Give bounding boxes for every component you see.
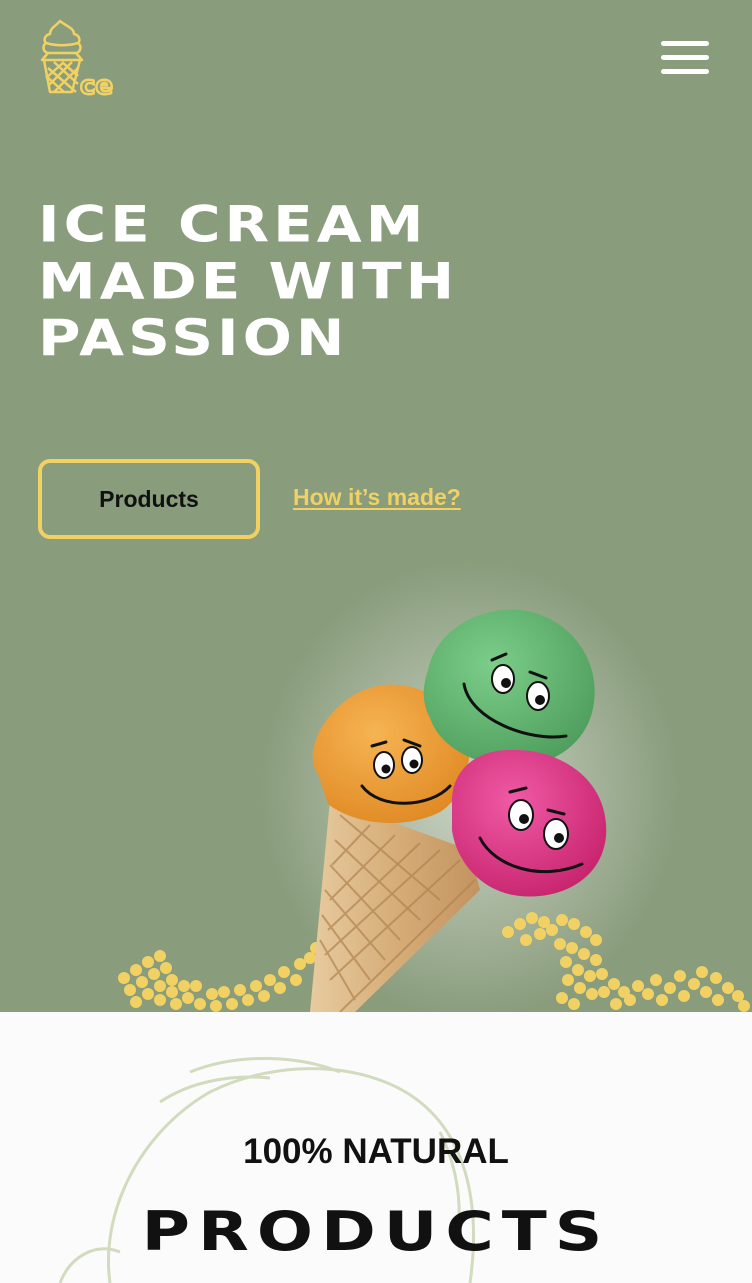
products-intro-section: 100% NATURAL PRODUCTS: [0, 1012, 752, 1283]
hero-title-line: PASSION: [38, 308, 349, 368]
logo-text: ce: [80, 71, 113, 100]
hero-title-line: ICE CREAM: [38, 195, 428, 254]
section-kicker: 100% NATURAL: [243, 1132, 509, 1171]
hero-section: ce ICE CREAM MADE WITH PASSION Products …: [0, 0, 752, 1012]
menu-button[interactable]: [656, 38, 714, 78]
smiling-ice-cream-cone-illustration: [118, 560, 750, 1012]
site-logo[interactable]: ce: [36, 16, 122, 102]
hero-title-line: MADE WITH: [38, 251, 459, 311]
how-its-made-link[interactable]: How it’s made?: [293, 484, 461, 511]
section-heading: PRODUCTS: [141, 1200, 611, 1264]
menu-bar: [661, 55, 709, 60]
hero-title: ICE CREAM MADE WITH PASSION: [38, 196, 598, 366]
products-button[interactable]: Products: [38, 459, 260, 539]
menu-bar: [661, 69, 709, 74]
ice-cream-cone-icon: ce: [40, 19, 114, 102]
menu-bar: [661, 41, 709, 46]
